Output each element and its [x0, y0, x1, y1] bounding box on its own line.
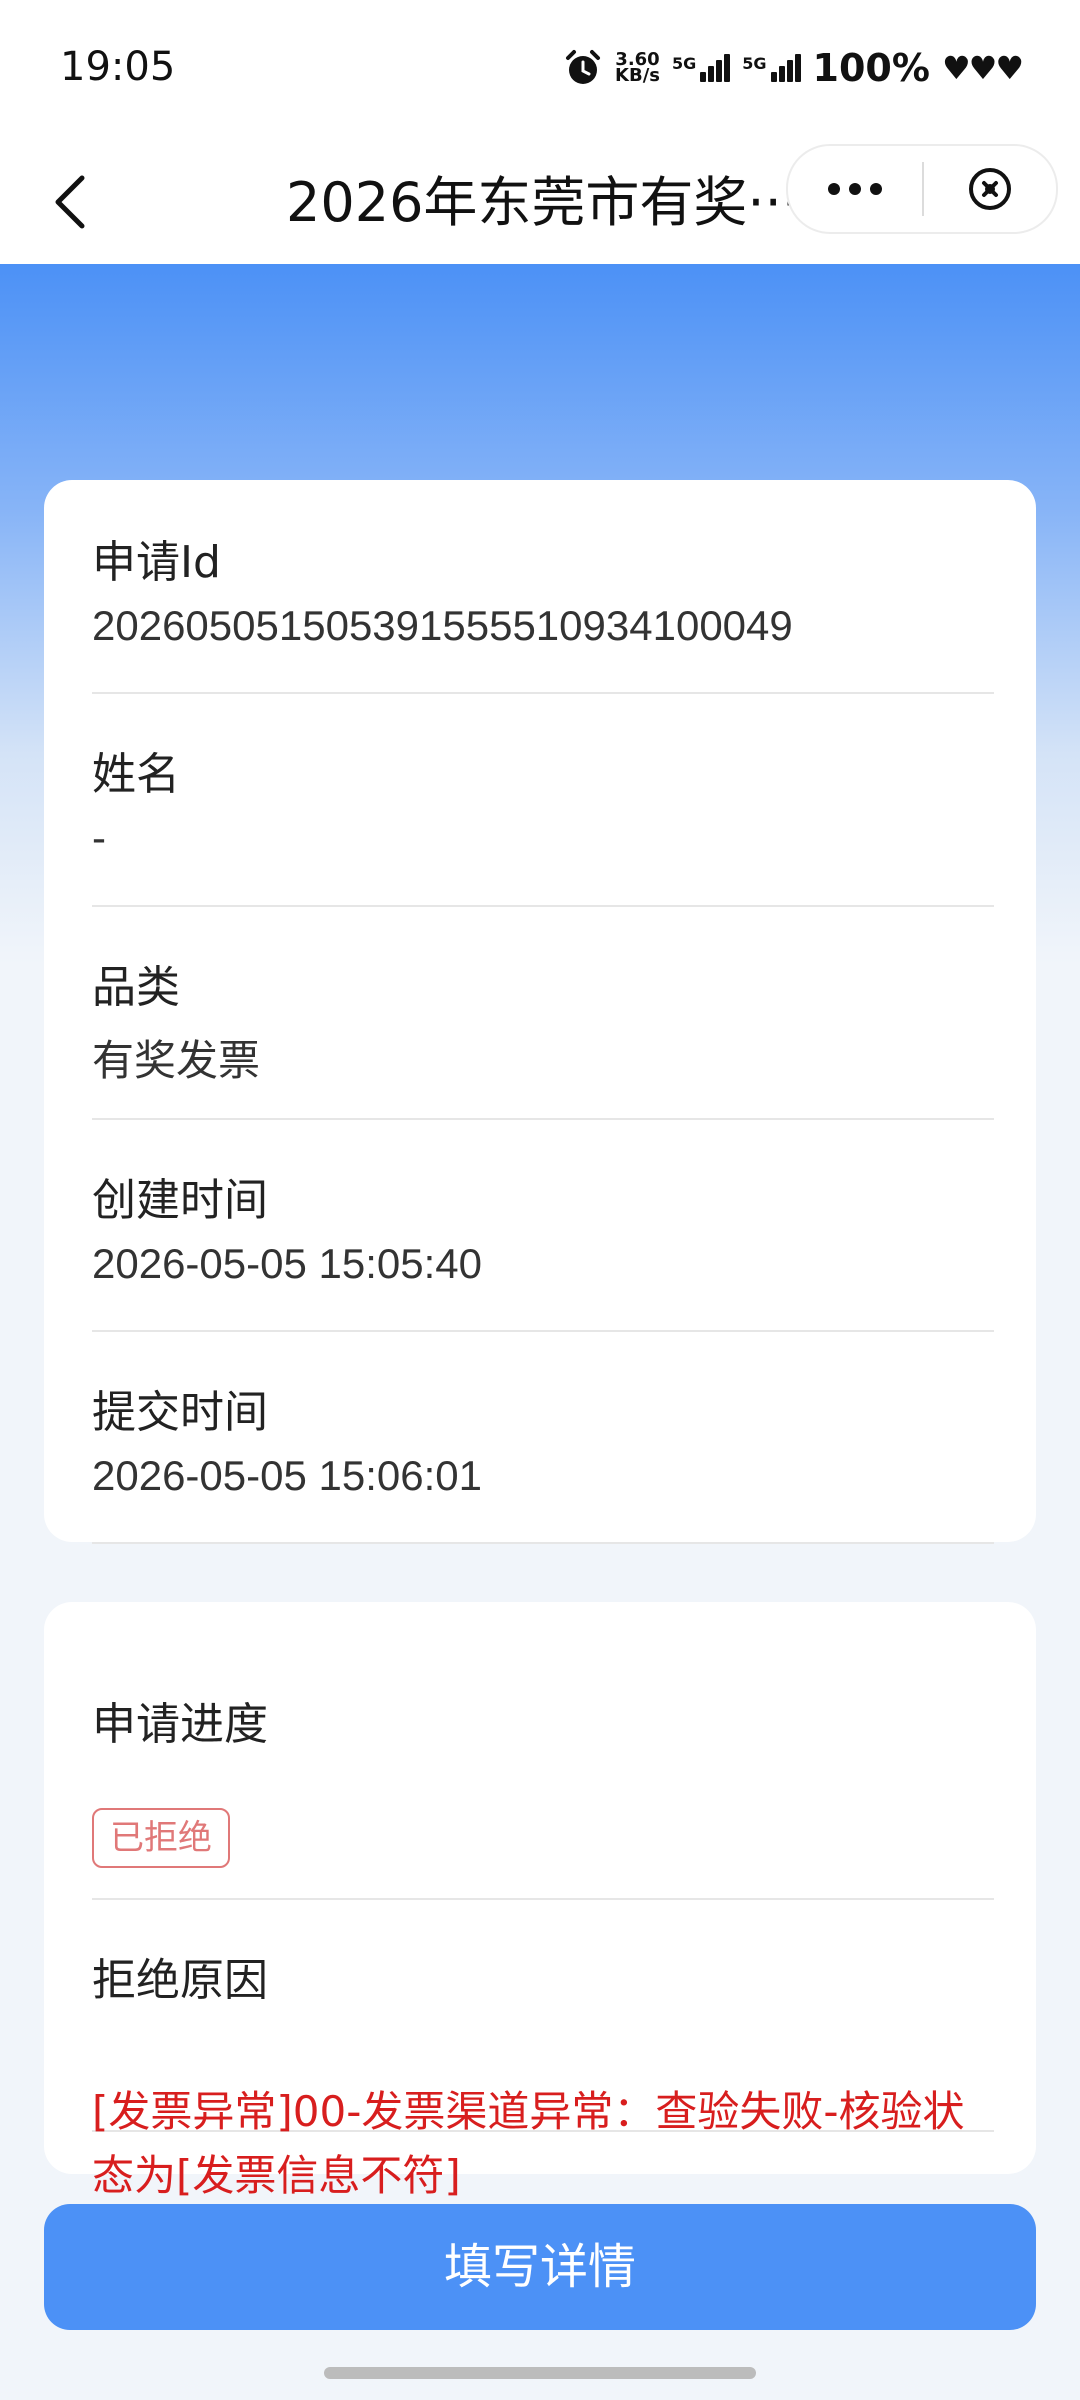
page-title: 2026年东莞市有奖···	[286, 171, 799, 234]
sim2-label: 5G	[742, 54, 767, 73]
field-created-time: 创建时间 2026-05-05 15:05:40	[92, 1118, 994, 1332]
signal-icon: 5G	[742, 54, 801, 82]
miniprogram-capsule	[786, 144, 1058, 234]
progress-label: 申请进度	[92, 1699, 268, 1750]
field-value: 有奖发票	[92, 1037, 261, 1084]
heart-icon: ♥♥♥	[941, 49, 1024, 87]
home-indicator[interactable]	[324, 2367, 756, 2379]
reject-reason-label: 拒绝原因	[92, 1955, 268, 2006]
field-application-id: 申请Id 202605051505391555510934100049	[92, 480, 994, 694]
field-value: -	[92, 814, 106, 861]
close-button[interactable]	[924, 146, 1056, 232]
net-speed-unit: KB/s	[615, 65, 660, 86]
fill-details-button[interactable]: 填写详情	[44, 2204, 1036, 2330]
alarm-icon	[566, 50, 601, 84]
field-label: 提交时间	[92, 1387, 268, 1438]
more-button[interactable]	[788, 146, 922, 232]
application-status-card: 申请进度 已拒绝 拒绝原因 [发票异常]00-发票渠道异常：查验失败-核验状态为…	[44, 1602, 1036, 2200]
field-reject-reason: 拒绝原因 [发票异常]00-发票渠道异常：查验失败-核验状态为[发票信息不符]	[92, 1898, 994, 2200]
reject-reason-text: [发票异常]00-发票渠道异常：查验失败-核验状态为[发票信息不符]	[92, 2087, 965, 2200]
application-info-card: 申请Id 202605051505391555510934100049 姓名 -…	[44, 480, 1036, 1544]
field-label: 品类	[92, 962, 180, 1013]
field-value: 202605051505391555510934100049	[92, 602, 793, 649]
net-speed: 3.60 KB/s	[615, 51, 660, 86]
field-name: 姓名 -	[92, 692, 994, 907]
field-label: 申请Id	[92, 537, 221, 588]
sim1-label: 5G	[672, 54, 697, 73]
field-label: 姓名	[92, 749, 180, 800]
field-progress: 申请进度 已拒绝	[92, 1642, 994, 1900]
status-time: 19:05	[60, 44, 176, 90]
field-value: 2026-05-05 15:06:01	[92, 1452, 482, 1499]
field-submitted-time: 提交时间 2026-05-05 15:06:01	[92, 1330, 994, 1544]
status-badge: 已拒绝	[92, 1808, 230, 1868]
field-label: 创建时间	[92, 1175, 268, 1226]
status-bar: 19:05 3.60 KB/s 5G 5G 100% ♥♥♥	[0, 0, 1080, 140]
more-dots-icon	[828, 183, 882, 195]
signal-icon: 5G	[672, 54, 731, 82]
close-circle-icon	[969, 168, 1011, 210]
field-value: 2026-05-05 15:05:40	[92, 1240, 482, 1287]
status-icons: 3.60 KB/s 5G 5G 100% ♥♥♥	[563, 46, 1024, 90]
nav-bar: 2026年东莞市有奖···	[0, 140, 1080, 264]
back-button[interactable]	[40, 162, 100, 242]
field-category: 品类 有奖发票	[92, 905, 994, 1120]
battery-level: 100%	[812, 46, 930, 90]
chevron-left-icon	[55, 175, 85, 229]
